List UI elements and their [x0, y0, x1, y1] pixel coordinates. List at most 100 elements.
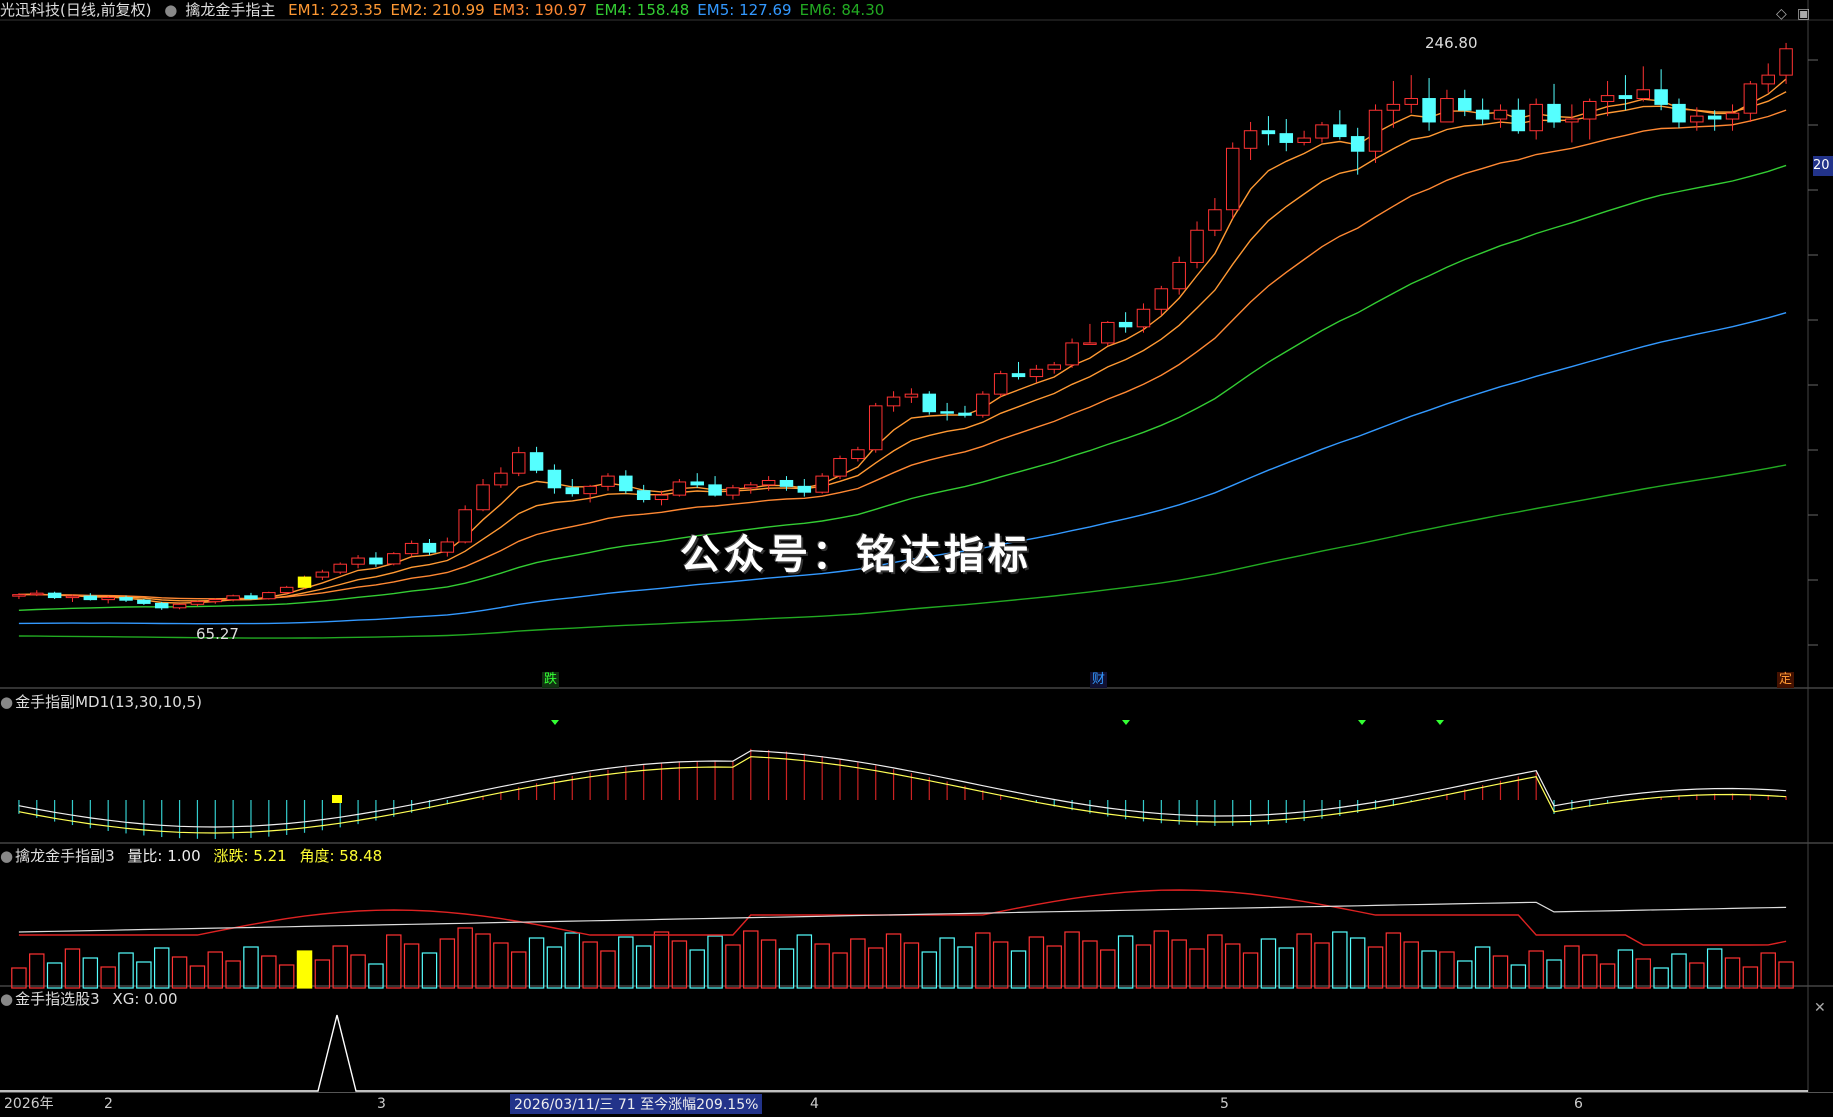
- candle-body: [1779, 48, 1793, 76]
- volume-bar: [1760, 952, 1776, 989]
- candle-body: [1707, 115, 1722, 120]
- volume-bar: [1064, 931, 1080, 989]
- candle-body: [137, 599, 151, 604]
- candle-body: [636, 490, 651, 501]
- candle-body: [1172, 261, 1186, 290]
- candle-body: [1582, 100, 1597, 120]
- volume-bar: [1439, 951, 1455, 989]
- window-toggle-icon[interactable]: ▣: [1797, 6, 1810, 22]
- volume-bar: [386, 934, 402, 989]
- candle-body: [654, 494, 669, 501]
- candle-body: [976, 393, 990, 416]
- ema-legend-item: EM6: 84.30: [799, 1, 885, 19]
- volume-bar: [1617, 949, 1634, 989]
- candle-body: [690, 481, 704, 486]
- volume-bar: [243, 946, 259, 989]
- candle-body: [190, 601, 205, 605]
- md-line: [18, 750, 1787, 828]
- candle-body: [1404, 98, 1418, 105]
- candle-body: [440, 541, 455, 553]
- volume-bar: [796, 934, 813, 989]
- panel2-dot-icon[interactable]: ●: [0, 693, 13, 711]
- candle-body: [851, 449, 865, 460]
- volume-bar: [261, 955, 277, 989]
- volume-bar: [1706, 948, 1723, 989]
- mark-die: 跌: [542, 672, 560, 688]
- panel3-title[interactable]: 擒龙金手指副3: [15, 847, 115, 865]
- close-panel-icon[interactable]: ✕: [1814, 1000, 1826, 1016]
- volume-bar: [1778, 961, 1794, 989]
- candle-body: [30, 592, 44, 596]
- stock-title[interactable]: 光迅科技(日线,前复权): [0, 1, 151, 19]
- candle-body: [1368, 109, 1383, 152]
- candle-body: [1493, 109, 1508, 120]
- panel4-title[interactable]: 金手指选股3: [15, 990, 100, 1008]
- volume-bar: [885, 933, 902, 989]
- mark-ding: 定: [1777, 672, 1795, 688]
- volume-bar: [1742, 966, 1759, 989]
- candle-body: [1029, 368, 1044, 378]
- candle-body: [387, 553, 401, 565]
- indicator-dot-icon[interactable]: ●: [164, 1, 177, 19]
- volume-bar: [1457, 960, 1473, 989]
- candle-body: [279, 586, 294, 594]
- panel4-dot-icon[interactable]: ●: [0, 990, 13, 1008]
- volume-bar: [439, 938, 456, 989]
- time-axis: 2026年 2 3 4 5 6 2026/03/11/三 71 至今涨幅209.…: [0, 1092, 1833, 1117]
- candle-body: [1636, 89, 1651, 100]
- candle-body: [744, 484, 758, 489]
- volume-bar: [1564, 945, 1580, 989]
- volume-bar: [618, 936, 634, 989]
- candle-body: [922, 393, 937, 413]
- volume-bar: [225, 960, 241, 989]
- volume-bar: [939, 937, 955, 989]
- high-price-label: 246.80: [1425, 34, 1478, 52]
- candle-body: [833, 458, 847, 477]
- panel3-dot-icon[interactable]: ●: [0, 847, 13, 865]
- volume-bar: [707, 935, 723, 989]
- candle-body: [1511, 109, 1526, 132]
- volume-bar: [11, 967, 27, 989]
- volume-bar: [1100, 949, 1116, 989]
- candle-body: [1743, 83, 1758, 114]
- candle-body: [119, 597, 133, 601]
- volume-bar: [903, 942, 920, 989]
- volume-bar: [1724, 957, 1741, 989]
- volume-bar: [600, 950, 616, 989]
- volume-bar: [1224, 943, 1241, 989]
- candle-body: [529, 452, 544, 471]
- volume-bar: [850, 938, 866, 989]
- candle-body: [904, 393, 919, 398]
- volume-bar: [64, 948, 81, 989]
- md-signal-marker: [551, 720, 559, 725]
- diamond-icon[interactable]: ◇: [1776, 6, 1787, 22]
- volume-bar: [1260, 938, 1277, 989]
- candle-body: [601, 475, 615, 487]
- axis-month-mar: 3: [377, 1096, 386, 1112]
- panel3-header: ● 擒龙金手指副3 量比: 1.00 涨跌: 5.21 角度: 58.48: [0, 846, 390, 866]
- panel2-title[interactable]: 金手指副MD1(13,30,10,5): [15, 693, 202, 711]
- volume-bar: [1242, 952, 1259, 989]
- candle-body: [1065, 342, 1079, 366]
- md-signal-marker: [1436, 720, 1444, 725]
- volume-bar: [100, 966, 116, 989]
- volume-bar: [136, 961, 152, 989]
- volume-bar: [1385, 932, 1402, 989]
- candle-body: [1529, 103, 1543, 132]
- candle-body: [547, 469, 562, 489]
- volume-bar: [118, 952, 134, 989]
- volume-bar: [1153, 930, 1170, 989]
- candle-body: [761, 479, 776, 486]
- candle-body: [404, 542, 419, 555]
- volume-bar: [1349, 937, 1366, 989]
- panel3-jiaodu: 角度: 58.48: [299, 847, 383, 865]
- md-signal-marker: [1122, 720, 1130, 725]
- ema-legend-item: EM5: 127.69: [697, 1, 792, 19]
- indicator-name[interactable]: 擒龙金手指主: [185, 1, 275, 19]
- candle-body: [708, 484, 722, 496]
- candle-body: [458, 509, 472, 543]
- volume-bar: [1474, 946, 1491, 989]
- volume-bar: [1689, 962, 1705, 989]
- candle-body: [1761, 74, 1775, 85]
- candle-body: [1458, 98, 1472, 111]
